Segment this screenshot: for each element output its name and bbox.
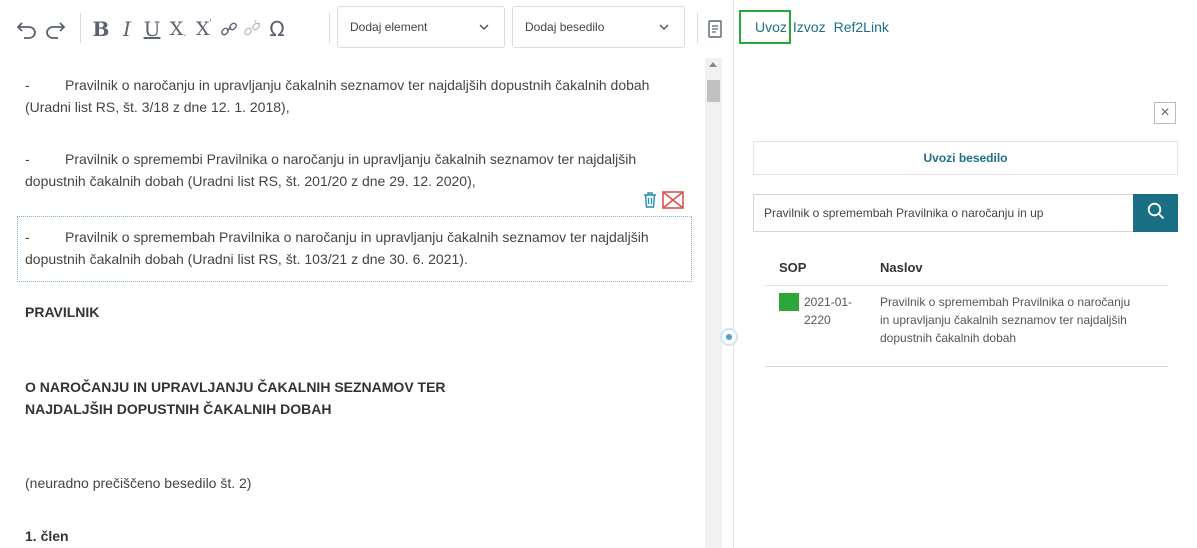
- list-dash: -: [25, 229, 30, 245]
- status-badge: [779, 293, 799, 311]
- tab-uvoz[interactable]: Uvoz: [739, 10, 791, 44]
- bold-icon[interactable]: B: [92, 16, 110, 42]
- panel-divider: [733, 0, 734, 548]
- search-button[interactable]: [1133, 194, 1178, 232]
- resize-handle[interactable]: [720, 328, 738, 346]
- undo-icon[interactable]: [16, 16, 38, 42]
- panel-tabs: Uvoz Izvoz Ref2Link: [739, 10, 889, 44]
- close-panel-button[interactable]: ×: [1154, 102, 1176, 124]
- document-note[interactable]: (neuradno prečiščeno besedilo št. 2): [25, 472, 690, 494]
- sop-value: 2021-01-2220: [804, 295, 853, 327]
- paragraph[interactable]: - Pravilnik o spremembah Pravilnika o nar…: [25, 226, 690, 270]
- tab-izvoz[interactable]: Izvoz: [793, 19, 826, 35]
- toolbar-separator: [329, 13, 330, 43]
- italic-icon[interactable]: I: [119, 16, 135, 42]
- toolbar-separator: [697, 13, 698, 43]
- search-input[interactable]: [753, 194, 1133, 232]
- article-heading[interactable]: 1. člen: [25, 525, 690, 547]
- import-text-label: Uvozi besedilo: [923, 151, 1008, 165]
- column-header-sop: SOP: [779, 260, 807, 275]
- add-element-dropdown[interactable]: Dodaj element: [337, 6, 505, 48]
- list-dash: -: [25, 77, 30, 93]
- paragraph[interactable]: - Pravilnik o spremembi Pravilnika o naro…: [25, 148, 690, 192]
- delete-block-icon[interactable]: [662, 191, 684, 212]
- document-subheading[interactable]: O NAROČANJU IN UPRAVLJANJU ČAKALNIH SEZN…: [25, 376, 475, 420]
- table-header: SOP Naslov: [765, 250, 1168, 286]
- underline-icon[interactable]: U: [143, 16, 161, 42]
- block-actions: [642, 191, 684, 212]
- scroll-up-icon[interactable]: [709, 62, 717, 67]
- scroll-thumb[interactable]: [707, 80, 720, 102]
- chevron-down-icon: [478, 21, 490, 36]
- import-text-button[interactable]: Uvozi besedilo: [753, 141, 1178, 175]
- column-header-naslov: Naslov: [880, 260, 923, 275]
- add-text-dropdown[interactable]: Dodaj besedilo: [512, 6, 685, 48]
- title-cell: Pravilnik o spremembah Pravilnika o naro…: [880, 295, 1131, 345]
- toolbar-separator: [80, 13, 81, 43]
- results-table: SOP Naslov 2021-01-2220 Pravilnik o spre…: [765, 250, 1168, 367]
- special-char-icon[interactable]: Ω: [266, 16, 288, 42]
- document-icon[interactable]: [706, 16, 724, 42]
- editor-scrollbar[interactable]: [705, 58, 722, 548]
- close-icon: ×: [1160, 104, 1170, 121]
- paragraph[interactable]: - Pravilnik o naročanju in upravljanju ča…: [25, 74, 690, 118]
- add-element-label: Dodaj element: [350, 20, 428, 34]
- redo-icon[interactable]: [44, 16, 66, 42]
- chevron-down-icon: [658, 21, 670, 36]
- search-icon: [1147, 202, 1165, 225]
- unlink-icon[interactable]: [243, 16, 261, 42]
- document-editor[interactable]: - Pravilnik o naročanju in upravljanju ča…: [0, 58, 705, 548]
- paragraph-text: Pravilnik o naročanju in upravljanju čak…: [25, 77, 650, 115]
- sop-cell: 2021-01-2220: [765, 293, 880, 366]
- add-text-label: Dodaj besedilo: [525, 20, 605, 34]
- table-row[interactable]: 2021-01-2220 Pravilnik o spremembah Prav…: [765, 286, 1168, 367]
- paragraph-text: Pravilnik o spremembah Pravilnika o naro…: [25, 229, 649, 267]
- subscript-icon[interactable]: X.: [167, 16, 189, 42]
- paragraph-text: Pravilnik o spremembi Pravilnika o naroč…: [25, 151, 637, 189]
- trash-icon[interactable]: [642, 191, 658, 212]
- superscript-icon[interactable]: X ': [193, 16, 215, 42]
- document-heading[interactable]: PRAVILNIK: [25, 301, 690, 323]
- tab-ref2link[interactable]: Ref2Link: [834, 19, 889, 35]
- list-dash: -: [25, 151, 30, 167]
- link-icon[interactable]: [220, 16, 238, 42]
- editor-toolbar: B I U X. X ' Ω Dodaj element Dodaj besedi…: [0, 0, 735, 58]
